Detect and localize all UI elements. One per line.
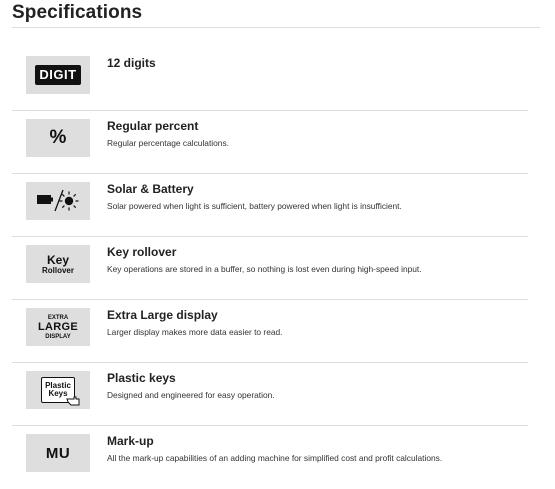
spec-list: DIGIT 12 digits % Regular percent Regula… (12, 48, 528, 489)
digit-icon-label: DIGIT (35, 65, 81, 85)
spec-title: Extra Large display (107, 308, 218, 322)
digit-icon: DIGIT (26, 56, 90, 94)
spec-title: Mark-up (107, 434, 154, 448)
spec-item-digits: DIGIT 12 digits (12, 48, 528, 111)
spec-title: Regular percent (107, 119, 199, 133)
spec-text: Mark-up All the mark-up capabilities of … (107, 434, 527, 464)
key-rollover-icon: Key Rollover (26, 245, 90, 283)
mark-up-icon-label: MU (45, 444, 71, 462)
spec-description: Key operations are stored in a buffer, s… (107, 264, 422, 274)
plastic-keys-icon-line2: Keys (48, 389, 68, 398)
spec-description: All the mark-up capabilities of an addin… (107, 453, 443, 463)
spec-text: Regular percent Regular percentage calcu… (107, 119, 527, 149)
spec-item-percent: % Regular percent Regular percentage cal… (12, 111, 528, 174)
spec-text: Solar & Battery Solar powered when light… (107, 182, 527, 212)
specifications-page: Specifications DIGIT 12 digits % Regular… (0, 0, 555, 480)
extra-large-icon-line2: LARGE (38, 320, 78, 333)
percent-icon-glyph: % (49, 127, 67, 148)
solar-battery-icon (26, 182, 90, 220)
spec-title: Plastic keys (107, 371, 176, 385)
spec-item-plastic-keys: Plastic Keys Plastic keys Designed and e… (12, 363, 528, 426)
spec-description: Larger display makes more data easier to… (107, 327, 283, 337)
mark-up-icon: MU (26, 434, 90, 472)
spec-item-solar-battery: Solar & Battery Solar powered when light… (12, 174, 528, 237)
plastic-keys-icon: Plastic Keys (26, 371, 90, 409)
spec-text: 12 digits (107, 56, 527, 75)
spec-title: 12 digits (107, 56, 156, 70)
extra-large-display-icon: EXTRA LARGE DISPLAY (26, 308, 90, 346)
spec-text: Extra Large display Larger display makes… (107, 308, 527, 338)
key-rollover-icon-line2: Rollover (41, 265, 74, 275)
spec-title: Solar & Battery (107, 182, 194, 196)
spec-item-key-rollover: Key Rollover Key rollover Key operations… (12, 237, 528, 300)
spec-text: Plastic keys Designed and engineered for… (107, 371, 527, 401)
plastic-key-graphic: Plastic Keys (41, 377, 80, 406)
title-divider (12, 27, 540, 28)
solar-battery-icon-graphic (37, 189, 79, 212)
extra-large-icon-line1: EXTRA (47, 314, 69, 321)
page-title: Specifications (12, 2, 143, 23)
pointing-hand-icon (66, 396, 80, 406)
spec-description: Designed and engineered for easy operati… (107, 390, 275, 400)
spec-item-extra-large-display: EXTRA LARGE DISPLAY Extra Large display … (12, 300, 528, 363)
extra-large-icon-line3: DISPLAY (45, 333, 71, 340)
spec-description: Solar powered when light is sufficient, … (107, 201, 402, 211)
percent-icon: % (26, 119, 90, 157)
spec-text: Key rollover Key operations are stored i… (107, 245, 527, 275)
spec-description: Regular percentage calculations. (107, 138, 229, 148)
key-rollover-icon-line1: Key (46, 252, 69, 267)
spec-title: Key rollover (107, 245, 177, 259)
